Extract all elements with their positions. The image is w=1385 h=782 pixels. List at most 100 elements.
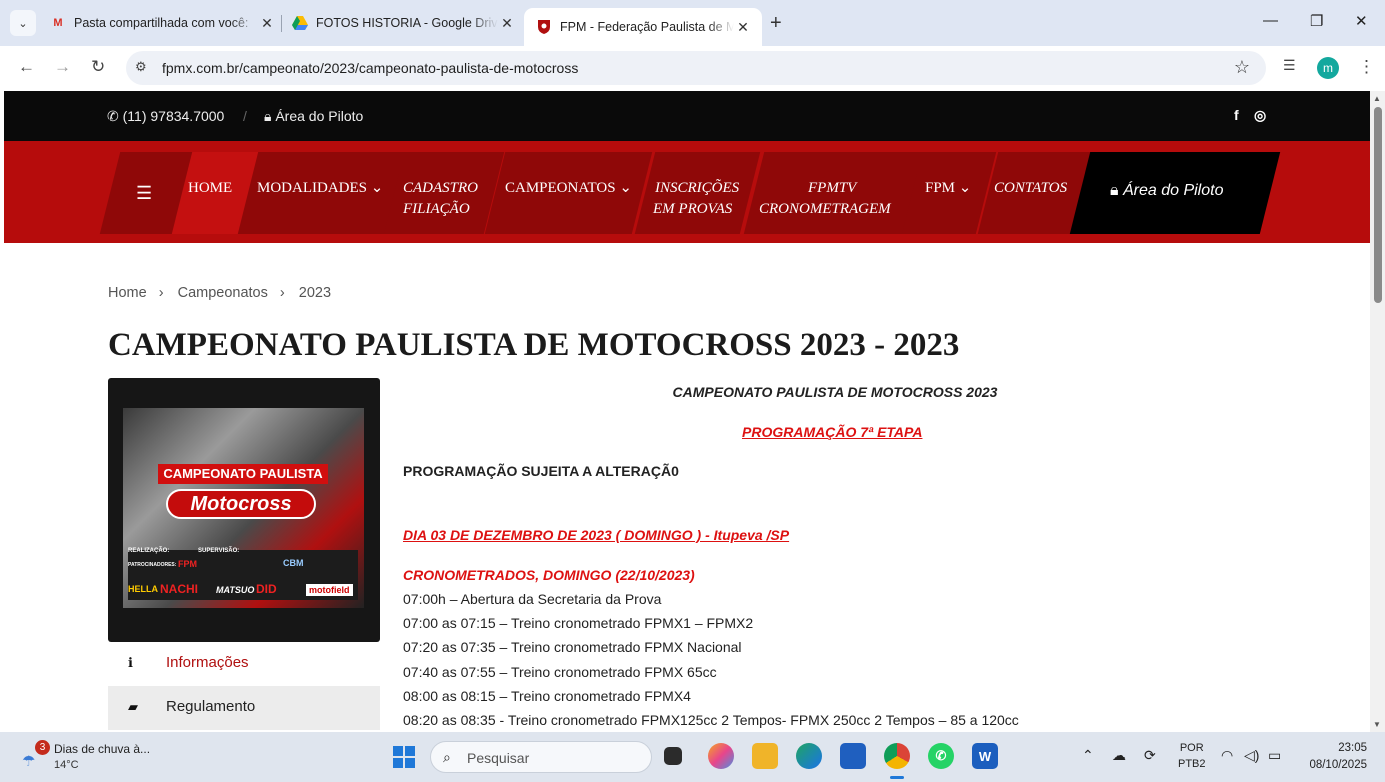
store-icon[interactable] [840, 743, 866, 769]
language-indicator[interactable]: POR PTB2 [1178, 740, 1206, 772]
more-menu-icon[interactable]: ⋮ [1358, 57, 1375, 77]
whatsapp-icon[interactable]: ✆ [928, 743, 954, 769]
facebook-icon[interactable]: f [1234, 107, 1239, 123]
sponsor-did: DID [256, 582, 277, 596]
lock-icon: 🔒︎ [1110, 182, 1123, 199]
sponsor-hella: HELLA [128, 584, 158, 594]
site-settings-icon[interactable]: ⚙ [135, 59, 147, 75]
instagram-icon[interactable]: ◎ [1254, 107, 1266, 124]
close-icon[interactable]: ✕ [498, 15, 516, 32]
nav-fpmtv-line1[interactable]: FPMTV [808, 178, 856, 198]
restore-button[interactable]: ❐ [1310, 12, 1323, 30]
battery-icon[interactable]: ▭ [1268, 747, 1281, 764]
reload-icon[interactable]: ↻ [91, 57, 105, 77]
close-icon[interactable]: ✕ [258, 15, 276, 32]
sponsor-cbm: CBM [283, 558, 304, 568]
whatsapp-icon: ✆ [107, 108, 123, 124]
breadcrumb: Home › Campeonatos › 2023 [108, 285, 339, 301]
nav-fpmtv-line2[interactable]: CRONOMETRAGEM [759, 199, 891, 219]
tab-title: FOTOS HISTORIA - Google Drive [316, 16, 498, 30]
notification-badge: 3 [35, 740, 50, 755]
schedule-line: 07:00 as 07:15 – Treino cronometrado FPM… [403, 615, 754, 631]
wifi-icon[interactable]: ◠ [1221, 747, 1233, 764]
nav-pilot-area-label: Área do Piloto [1122, 182, 1224, 199]
word-icon[interactable]: W [972, 743, 998, 769]
breadcrumb-campeonatos[interactable]: Campeonatos [178, 285, 268, 301]
tab-gmail[interactable]: M Pasta compartilhada com você: ✕ [50, 8, 276, 38]
weather-title: Dias de chuva à... [54, 742, 151, 756]
windows-start-icon[interactable] [393, 746, 415, 768]
back-icon[interactable]: ← [18, 57, 35, 77]
weather-temp: 14°C [54, 759, 79, 771]
nav-modalidades[interactable]: MODALIDADES ⌄ [257, 178, 383, 198]
poster-sponsors: REALIZAÇÃO: SUPERVISÃO: PATROCINADORES: … [128, 548, 358, 600]
nav-inscricoes-line1[interactable]: INSCRIÇÕES [655, 178, 739, 198]
taskbar-search[interactable]: ⌕ Pesquisar [430, 741, 652, 773]
nav-inscricoes-line2[interactable]: EM PROVAS [653, 199, 732, 219]
browser-tab-bar: ⌄ M Pasta compartilhada com você: ✕ FOTO… [0, 0, 1385, 46]
schedule-line: 07:40 as 07:55 – Treino cronometrado FPM… [403, 664, 717, 680]
url-text[interactable]: fpmx.com.br/campeonato/2023/campeonato-p… [162, 60, 578, 76]
programacao-link[interactable]: PROGRAMAÇÃO 7ª ETAPA [742, 424, 922, 440]
phone-link[interactable]: ✆ (11) 97834.7000 [107, 108, 224, 125]
side-menu-regulamento[interactable]: ▰ Regulamento [108, 686, 380, 730]
fpm-shield-icon [536, 19, 552, 35]
edge-icon[interactable] [796, 743, 822, 769]
scroll-up-icon[interactable]: ▲ [1373, 94, 1381, 103]
nav-pilot-area[interactable]: 🔒︎ Área do Piloto [1110, 182, 1223, 200]
pilot-area-link[interactable]: 🔒︎ Área do Piloto [264, 108, 363, 125]
page-scrollbar[interactable]: ▲ ▼ [1370, 91, 1385, 732]
nav-cadastro-line2[interactable]: FILIAÇÃO [403, 199, 470, 219]
profile-avatar[interactable]: m [1317, 57, 1339, 79]
side-menu: ℹ Informações ▰ Regulamento [108, 642, 380, 730]
close-icon[interactable]: ✕ [734, 19, 752, 36]
language-code: POR [1179, 742, 1204, 754]
breadcrumb-2023: 2023 [298, 285, 332, 301]
poster-motocross-logo: Motocross [166, 489, 316, 519]
nav-cadastro-line1[interactable]: CADASTRO [403, 178, 478, 198]
tab-fpm-active[interactable]: FPM - Federação Paulista de Motociclismo… [524, 8, 762, 46]
new-tab-button[interactable]: + [770, 12, 782, 35]
nav-contatos[interactable]: CONTATOS [994, 178, 1067, 198]
scroll-down-icon[interactable]: ▼ [1373, 720, 1381, 729]
search-icon: ⌕ [443, 749, 451, 765]
side-menu-informacoes[interactable]: ℹ Informações [108, 642, 380, 686]
chevron-down-icon: ⌄ [18, 17, 28, 30]
schedule-line: 08:00 as 08:15 – Treino cronometrado FPM… [403, 688, 691, 704]
scrollbar-thumb[interactable] [1374, 107, 1382, 303]
site-topbar: ✆ (11) 97834.7000 / 🔒︎ Área do Piloto f … [4, 91, 1370, 141]
task-view-icon[interactable] [664, 747, 682, 765]
lock-icon: 🔒︎ [264, 108, 276, 124]
phone-number: (11) 97834.7000 [122, 108, 225, 124]
sync-icon[interactable]: ⟳ [1144, 747, 1156, 764]
pilot-area-label: Área do Piloto [275, 108, 364, 124]
tab-search-button[interactable]: ⌄ [10, 10, 36, 36]
show-hidden-icons[interactable]: ⌃ [1082, 747, 1094, 764]
nav-home[interactable]: HOME [188, 178, 232, 198]
sponsor-label: SUPERVISÃO: [198, 548, 240, 554]
book-icon: ▰ [128, 699, 138, 714]
address-bar[interactable]: ⚙ fpmx.com.br/campeonato/2023/campeonato… [126, 51, 1266, 85]
bookmark-star-icon[interactable]: ☆ [1234, 57, 1250, 78]
schedule-line: 07:00h – Abertura da Secretaria da Prova [403, 591, 662, 607]
close-window-button[interactable]: ✕ [1355, 12, 1368, 30]
nav-fpm[interactable]: FPM ⌄ [925, 178, 971, 198]
tab-google-drive[interactable]: FOTOS HISTORIA - Google Drive ✕ [292, 8, 516, 38]
breadcrumb-home[interactable]: Home [108, 285, 147, 301]
file-explorer-icon[interactable] [752, 743, 778, 769]
nav-campeonatos[interactable]: CAMPEONATOS ⌄ [505, 178, 632, 198]
minimize-button[interactable]: — [1263, 12, 1278, 29]
copilot-icon[interactable] [708, 743, 734, 769]
system-clock[interactable]: 23:05 08/10/2025 [1303, 740, 1367, 774]
hamburger-menu-icon[interactable]: ☰ [136, 183, 152, 204]
reading-list-icon[interactable]: ☰ [1283, 57, 1296, 74]
chrome-icon[interactable] [884, 743, 910, 769]
championship-poster: CAMPEONATO PAULISTA Motocross REALIZAÇÃO… [108, 378, 380, 642]
chevron-right-icon: › [158, 285, 164, 301]
clock-time: 23:05 [1338, 742, 1367, 754]
volume-icon[interactable]: ◁) [1244, 747, 1259, 764]
cloud-icon[interactable]: ☁ [1112, 747, 1126, 764]
page-viewport: ✆ (11) 97834.7000 / 🔒︎ Área do Piloto f … [4, 91, 1370, 732]
forward-icon[interactable]: → [54, 57, 71, 77]
clock-date: 08/10/2025 [1309, 759, 1367, 771]
